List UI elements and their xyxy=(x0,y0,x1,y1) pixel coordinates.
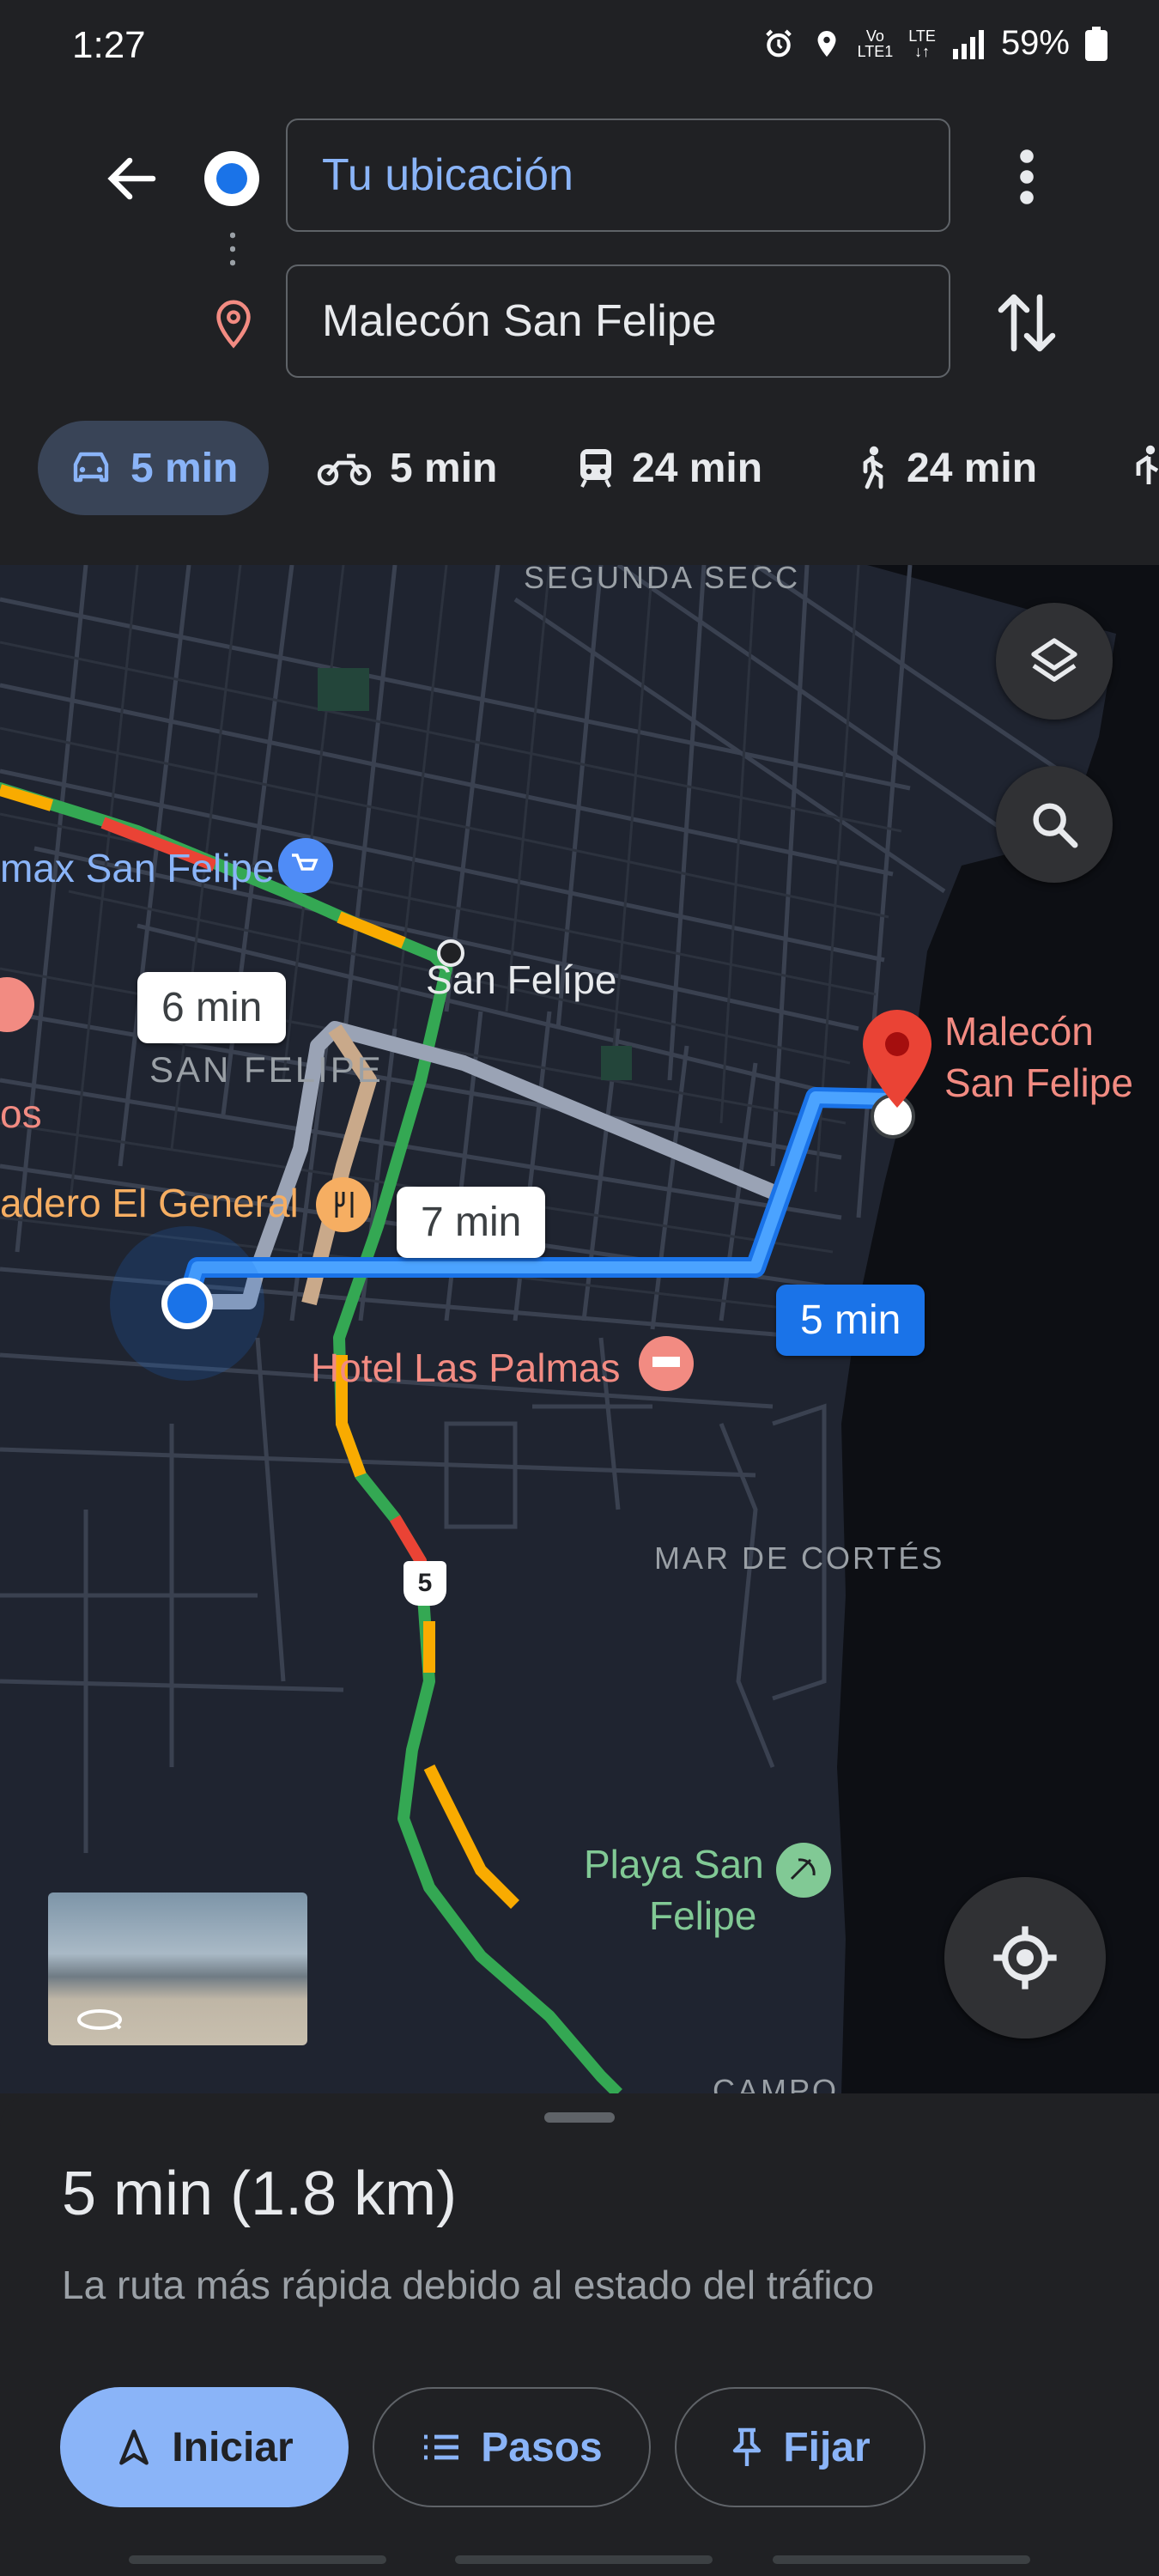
start-button[interactable]: Iniciar xyxy=(60,2387,349,2507)
map-label-restaurant[interactable]: adero El General xyxy=(0,1180,299,1226)
system-nav-home[interactable] xyxy=(455,2555,713,2564)
destination-input[interactable]: Malecón San Felipe xyxy=(286,264,950,378)
map-label-mar: MAR DE CORTÉS xyxy=(654,1540,945,1576)
map-canvas xyxy=(0,565,1159,2093)
map-label-area: SAN FELIPE xyxy=(149,1049,384,1090)
transit-icon xyxy=(580,449,611,488)
origin-input[interactable]: Tu ubicación xyxy=(286,118,950,232)
route-callout-alt2[interactable]: 7 min xyxy=(397,1187,546,1258)
motorcycle-icon xyxy=(317,453,372,486)
list-icon xyxy=(424,2434,459,2460)
system-nav-back[interactable] xyxy=(773,2555,1030,2564)
swap-icon[interactable] xyxy=(996,287,1058,359)
signal-icon xyxy=(952,29,984,59)
map-label-hotel[interactable]: Hotel Las Palmas xyxy=(311,1345,621,1391)
map-label-destination-line2[interactable]: San Felipe xyxy=(944,1060,1133,1106)
car-icon xyxy=(73,452,109,483)
route-reason: La ruta más rápida debido al estado del … xyxy=(62,2263,875,2307)
mode-walk[interactable]: 24 min xyxy=(855,421,1037,515)
lte-indicator: LTE ↓↑ xyxy=(908,27,936,60)
system-nav-recents[interactable] xyxy=(129,2555,386,2564)
location-icon xyxy=(817,30,836,57)
origin-dot-icon xyxy=(204,151,259,206)
route-callout-selected[interactable]: 5 min xyxy=(776,1285,925,1356)
my-location-button[interactable] xyxy=(944,1877,1106,2038)
map-label-campo: CAMPO xyxy=(713,2073,840,2093)
map-view[interactable]: SEGUNDA SECC max San Felipe San Felípe S… xyxy=(0,565,1159,2093)
map-label-os[interactable]: os xyxy=(0,1091,42,1137)
map-label-segunda: SEGUNDA SECC xyxy=(524,565,801,595)
more-options-icon[interactable] xyxy=(1004,146,1049,208)
battery-icon xyxy=(1085,26,1107,61)
status-time: 1:27 xyxy=(72,24,146,66)
street-view-rotate-icon xyxy=(77,2009,122,2030)
search-icon xyxy=(1033,803,1078,848)
map-label-playa-line1[interactable]: Playa San xyxy=(584,1841,764,1887)
steps-button[interactable]: Pasos xyxy=(373,2387,651,2507)
route-connector-dots xyxy=(230,228,235,273)
status-bar: 1:27 Vo LTE1 LTE ↓↑ 59% xyxy=(0,0,1159,94)
map-label-walmart[interactable]: max San Felipe xyxy=(0,845,275,891)
route-bottom-sheet: 5 min (1.8 km) La ruta más rápida debido… xyxy=(0,2093,1159,2576)
pin-button[interactable]: Fijar xyxy=(675,2387,925,2507)
mode-transit[interactable]: 24 min xyxy=(577,421,762,515)
layers-button[interactable] xyxy=(996,603,1113,720)
map-label-city: San Felípe xyxy=(426,957,617,1002)
battery-percent: 59% xyxy=(1000,24,1070,62)
pin-icon xyxy=(733,2427,762,2466)
mode-car[interactable]: 5 min xyxy=(38,421,270,515)
mode-motorcycle[interactable]: 5 min xyxy=(316,421,497,515)
route-callout-alt1[interactable]: 6 min xyxy=(137,972,287,1043)
map-label-destination-line1[interactable]: Malecón xyxy=(944,1008,1094,1054)
sheet-drag-handle[interactable] xyxy=(544,2112,615,2123)
travel-mode-bar: 5 min 5 min 24 min 24 min xyxy=(0,412,1159,524)
destination-pin-icon xyxy=(216,300,251,349)
map-label-playa-line2[interactable]: Felipe xyxy=(649,1893,756,1939)
route-summary: 5 min (1.8 km) xyxy=(62,2160,458,2228)
search-button[interactable] xyxy=(996,766,1113,883)
my-location-icon xyxy=(993,1926,1057,1990)
alarm-icon xyxy=(765,29,792,57)
navigation-arrow-icon xyxy=(119,2429,149,2465)
back-arrow-icon[interactable] xyxy=(101,148,163,210)
walk-icon xyxy=(863,446,883,489)
street-view-thumbnail[interactable] xyxy=(48,1893,307,2045)
more-modes-icon[interactable] xyxy=(1130,445,1159,493)
highway-5-shield: 5 xyxy=(404,1561,446,1606)
layers-icon xyxy=(1031,638,1077,682)
volte-indicator: Vo LTE1 xyxy=(857,27,894,60)
